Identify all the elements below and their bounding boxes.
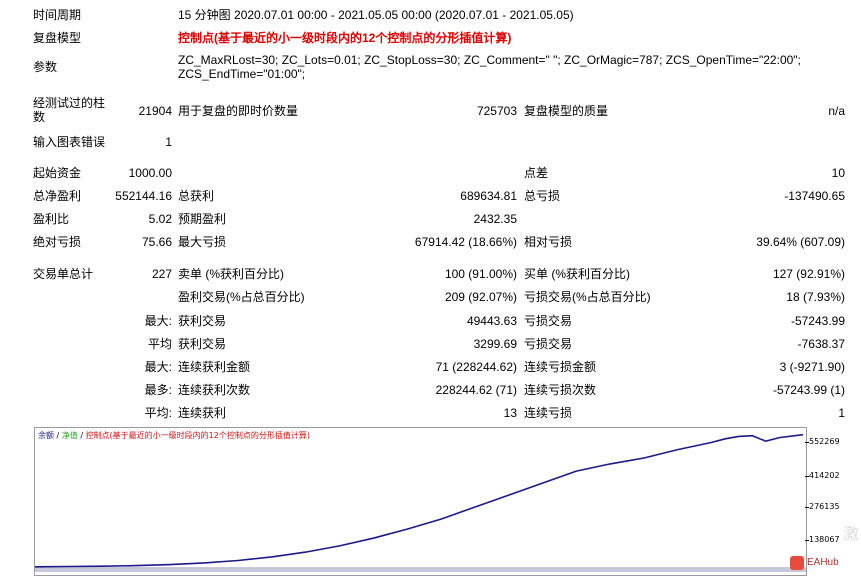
avg-consec-prefix: 平均: xyxy=(144,406,172,420)
errors-value: 1 xyxy=(165,135,172,149)
gross-loss-value: -137490.65 xyxy=(784,189,845,203)
max-consec-losses-value: 3 (-9271.90) xyxy=(779,360,845,374)
y-tick-label: 552269 xyxy=(809,437,840,446)
expected-payoff-value: 2432.35 xyxy=(473,212,517,226)
profit-factor-label: 盈利比 xyxy=(33,212,70,226)
average-prefix: 平均 xyxy=(147,337,172,351)
loss-trades-label: 亏损交易(%占总百分比) xyxy=(524,290,651,304)
bars-value: 21904 xyxy=(138,104,172,118)
short-trades-value: 100 (91.00%) xyxy=(444,267,517,281)
quality-value: n/a xyxy=(828,104,845,118)
eahub-watermark: EAHub xyxy=(788,552,839,574)
abs-drawdown-value: 75.66 xyxy=(141,235,172,249)
max-drawdown-value: 67914.42 (18.66%) xyxy=(414,235,517,249)
ticks-value: 725703 xyxy=(476,104,517,118)
period-label: 时间周期 xyxy=(33,8,82,22)
y-tick-mark xyxy=(805,507,809,508)
average-loss-value: -7638.37 xyxy=(797,337,845,351)
most-consec-prefix: 最多: xyxy=(144,383,172,397)
max-drawdown-label: 最大亏损 xyxy=(178,235,227,249)
y-tick-mark xyxy=(805,442,809,443)
deposit-value: 1000.00 xyxy=(128,166,172,180)
params-label: 参数 xyxy=(33,60,58,74)
total-trades-value: 227 xyxy=(151,267,172,281)
avg-consec-wins-value: 13 xyxy=(503,406,517,420)
balance-series-line xyxy=(35,433,804,568)
y-tick-mark xyxy=(805,476,809,477)
max-consec-losses-label: 连续亏损金额 xyxy=(524,360,597,374)
spread-value: 10 xyxy=(831,166,845,180)
gross-loss-label: 总亏损 xyxy=(524,189,561,203)
profit-trades-label: 盈利交易(%占总百分比) xyxy=(178,290,305,304)
rel-drawdown-label: 相对亏损 xyxy=(524,235,573,249)
largest-loss-value: -57243.99 xyxy=(790,314,845,328)
deposit-label: 起始资金 xyxy=(33,166,82,180)
short-trades-label: 卖单 (%获利百分比) xyxy=(178,267,284,281)
most-consec-wins-label: 连续获利次数 xyxy=(178,383,251,397)
expected-payoff-label: 预期盈利 xyxy=(178,212,227,226)
period-value: 15 分钟图 2020.07.01 00:00 - 2021.05.05 00:… xyxy=(178,8,574,22)
quality-label: 复盘模型的质量 xyxy=(524,104,609,118)
eahub-logo-text: EAHub xyxy=(807,557,839,568)
most-consec-losses-label: 连续亏损次数 xyxy=(524,383,597,397)
largest-prefix: 最大: xyxy=(144,314,172,328)
ticks-label: 用于复盘的即时价数量 xyxy=(178,104,299,118)
gross-profit-label: 总获利 xyxy=(178,189,215,203)
largest-profit-value: 49443.63 xyxy=(466,314,517,328)
errors-label: 输入图表错误 xyxy=(33,135,106,149)
long-trades-value: 127 (92.91%) xyxy=(772,267,845,281)
most-consec-wins-value: 228244.62 (71) xyxy=(435,383,517,397)
max-consec-wins-value: 71 (228244.62) xyxy=(435,360,517,374)
model-label: 复盘模型 xyxy=(33,31,82,45)
y-tick-label: 414202 xyxy=(809,471,840,480)
y-tick-label: 276135 xyxy=(809,502,840,511)
balance-chart-panel: 余额 / 净值 / 控制点(基于最近的小一级时段内的12个控制点的分形插值计算) xyxy=(34,427,807,576)
bars-label: 经测试过的柱数 xyxy=(33,96,106,124)
net-profit-label: 总净盈利 xyxy=(33,189,82,203)
average-profit-label: 获利交易 xyxy=(178,337,227,351)
y-tick-mark xyxy=(805,540,809,541)
max-consec-wins-label: 连续获利金额 xyxy=(178,360,251,374)
avg-consec-losses-value: 1 xyxy=(838,406,845,420)
params-value: ZC_MaxRLost=30; ZC_Lots=0.01; ZC_StopLos… xyxy=(178,53,801,81)
average-profit-value: 3299.69 xyxy=(473,337,517,351)
total-trades-label: 交易单总计 xyxy=(33,267,94,281)
rel-drawdown-value: 39.64% (607.09) xyxy=(756,235,845,249)
balance-chart xyxy=(35,433,806,572)
model-value: 控制点(基于最近的小一级时段内的12个控制点的分形插值计算) xyxy=(178,31,512,45)
spread-label: 点差 xyxy=(524,166,549,180)
max-consec-prefix: 最大: xyxy=(144,360,172,374)
most-consec-losses-value: -57243.99 (1) xyxy=(772,383,845,397)
loss-trades-value: 18 (7.93%) xyxy=(786,290,845,304)
average-loss-label: 亏损交易 xyxy=(524,337,573,351)
long-trades-label: 买单 (%获利百分比) xyxy=(524,267,630,281)
avg-consec-losses-label: 连续亏损 xyxy=(524,406,573,420)
watermark-text: 激 xyxy=(843,526,860,543)
profit-trades-value: 209 (92.07%) xyxy=(444,290,517,304)
largest-profit-label: 获利交易 xyxy=(178,314,227,328)
profit-factor-value: 5.02 xyxy=(148,212,172,226)
chart-volume-strip xyxy=(35,567,806,572)
y-tick-label: 138067 xyxy=(809,535,840,544)
gross-profit-value: 689634.81 xyxy=(460,189,517,203)
largest-loss-label: 亏损交易 xyxy=(524,314,573,328)
abs-drawdown-label: 绝对亏损 xyxy=(33,235,82,249)
net-profit-value: 552144.16 xyxy=(115,189,172,203)
avg-consec-wins-label: 连续获利 xyxy=(178,406,227,420)
eahub-logo-icon xyxy=(790,556,804,570)
